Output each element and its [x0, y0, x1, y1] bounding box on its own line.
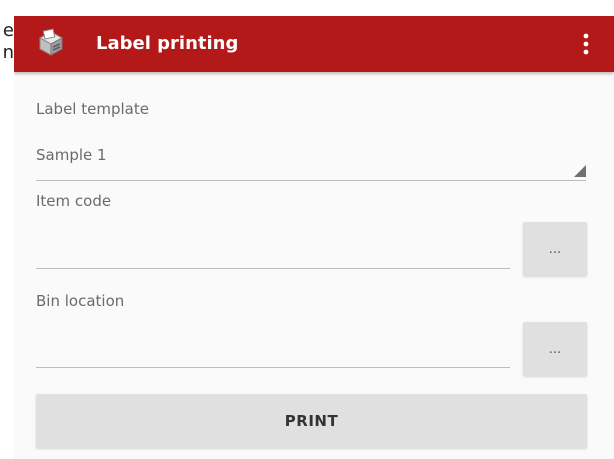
item-code-input[interactable]	[36, 234, 510, 269]
label-template-select[interactable]: Sample 1	[36, 140, 586, 181]
app-title: Label printing	[96, 33, 239, 54]
label-template-label: Label template	[36, 100, 149, 118]
bin-location-input[interactable]	[36, 333, 510, 368]
edge-text-line: n	[2, 42, 14, 63]
page: e n Label printing Label template Sample…	[0, 0, 614, 459]
edge-text-line: e	[2, 20, 14, 41]
app-bar: Label printing	[14, 16, 614, 72]
app-screen: Label printing Label template Sample 1 I…	[14, 16, 614, 459]
label-template-value: Sample 1	[36, 146, 107, 164]
edge-text-fragment: e n	[0, 20, 14, 64]
dropdown-arrow-icon	[574, 165, 586, 177]
print-button[interactable]: PRINT	[36, 394, 587, 448]
more-vert-icon[interactable]	[566, 24, 606, 64]
item-code-label: Item code	[36, 192, 112, 210]
item-code-lookup-button[interactable]: ...	[523, 222, 587, 276]
bin-location-lookup-button[interactable]: ...	[523, 322, 587, 376]
bin-location-label: Bin location	[36, 292, 125, 310]
printer-icon	[36, 28, 66, 58]
